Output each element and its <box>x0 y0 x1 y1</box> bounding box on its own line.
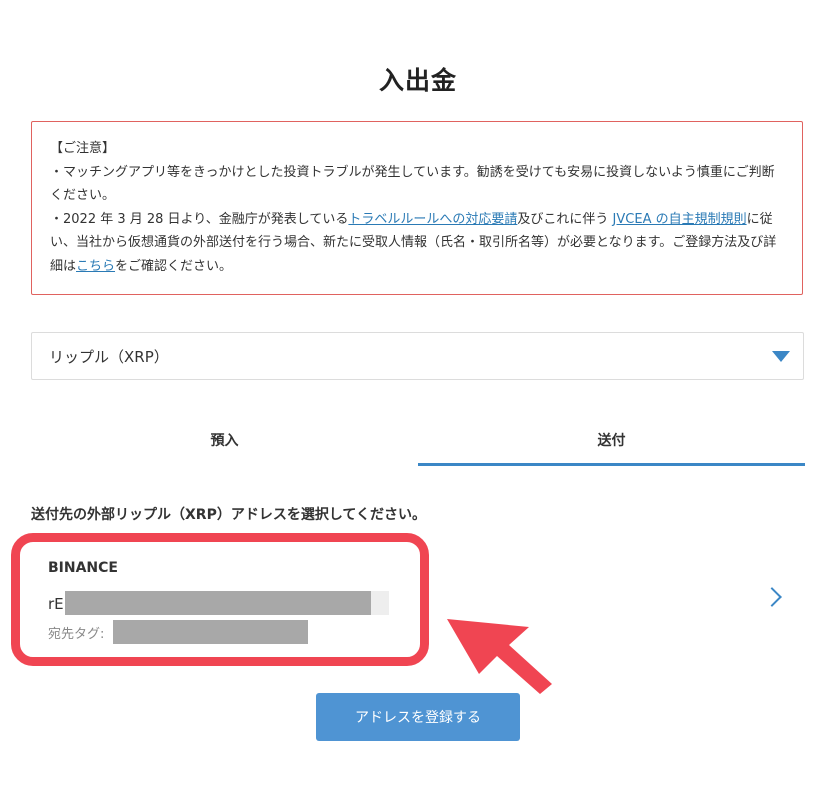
address-value: rE <box>48 595 64 613</box>
deposit-send-tabs: 預入 送付 <box>31 418 805 466</box>
notice-line-scam-warning: ・マッチングアプリ等をきっかけとした投資トラブルが発生しています。勧誘を受けても… <box>50 164 775 204</box>
chevron-right-icon <box>762 587 782 607</box>
triangle-down-icon <box>772 351 790 362</box>
details-here-link[interactable]: こちら <box>76 259 115 274</box>
register-address-button[interactable]: アドレスを登録する <box>316 693 520 741</box>
address-redaction-tail <box>371 591 389 615</box>
destination-tag-label: 宛先タグ: <box>48 627 105 642</box>
address-list-item-binance[interactable]: BINANCE rE 宛先タグ: <box>31 550 804 650</box>
address-name: BINANCE <box>48 560 118 576</box>
jvcea-rule-link[interactable]: JVCEA の自主規制規則 <box>613 212 747 227</box>
crypto-currency-select[interactable]: リップル（XRP） <box>31 332 804 380</box>
send-instruction: 送付先の外部リップル（XRP）アドレスを選択してください。 <box>31 507 426 523</box>
page-title: 入出金 <box>378 65 457 95</box>
notice-line-travel-rule: ・2022 年 3 月 28 日より、金融庁が発表しているトラベルルールへの対応… <box>50 208 780 279</box>
tab-deposit[interactable]: 預入 <box>31 418 418 466</box>
travel-rule-link[interactable]: トラベルルールへの対応要請 <box>348 212 517 227</box>
destination-tag-redaction <box>113 620 308 644</box>
address-redaction <box>65 591 371 615</box>
notice-text: 及びこれに伴う <box>517 211 613 227</box>
notice-text: をご確認ください。 <box>115 258 233 274</box>
notice-text: ・2022 年 3 月 28 日より、金融庁が発表している <box>50 211 349 227</box>
crypto-select-value: リップル（XRP） <box>49 348 169 366</box>
notice-heading: 【ご注意】 <box>50 141 116 156</box>
tab-send[interactable]: 送付 <box>418 418 805 466</box>
notice-box: 【ご注意】 ・マッチングアプリ等をきっかけとした投資トラブルが発生しています。勧… <box>31 121 803 295</box>
